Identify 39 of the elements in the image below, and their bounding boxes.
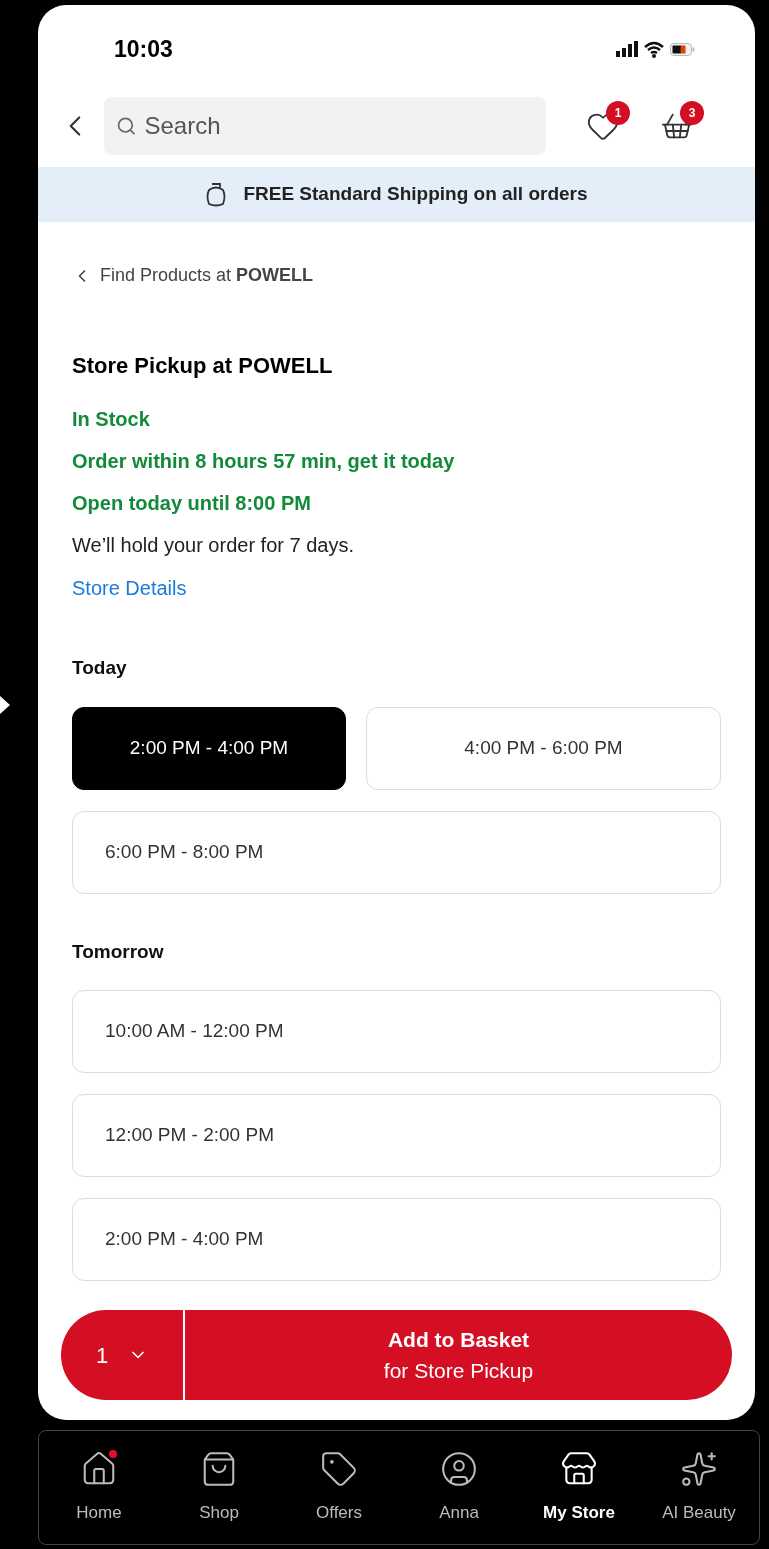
breadcrumb-link[interactable]: Find Products at POWELL bbox=[72, 262, 721, 289]
tab-item[interactable]: AI Beauty bbox=[639, 1449, 759, 1526]
tab-item[interactable]: Home bbox=[39, 1449, 159, 1526]
quantity-selector[interactable]: 1 bbox=[61, 1310, 185, 1400]
search-field[interactable]: Search bbox=[104, 97, 546, 155]
time-slot[interactable]: 2:00 PM - 4:00 PM bbox=[72, 706, 346, 790]
day-heading: Today bbox=[72, 656, 128, 680]
stock-status: Open today until 8:00 PM bbox=[72, 491, 312, 516]
signal-icon bbox=[616, 41, 638, 57]
pointer-icon bbox=[0, 696, 10, 714]
time-slot[interactable]: 2:00 PM - 4:00 PM bbox=[72, 1198, 721, 1281]
tag-icon bbox=[320, 1449, 358, 1488]
stock-status: Order within 8 hours 57 min, get it today bbox=[72, 449, 456, 474]
basket-badge: 3 bbox=[680, 101, 704, 125]
store-details-link[interactable]: Store Details bbox=[72, 566, 721, 610]
time-slot[interactable]: 4:00 PM - 6:00 PM bbox=[366, 706, 721, 790]
banner-text: FREE Standard Shipping on all orders bbox=[243, 182, 588, 207]
search-icon bbox=[116, 115, 137, 137]
search-input[interactable]: Search bbox=[144, 108, 534, 144]
time-slot[interactable]: 6:00 PM - 8:00 PM bbox=[72, 810, 721, 894]
bottle-icon bbox=[205, 181, 228, 208]
hold-note: We’ll hold your order for 7 days. bbox=[72, 533, 355, 558]
day-heading: Tomorrow bbox=[72, 939, 165, 964]
pickup-title: Store Pickup at POWELL bbox=[72, 352, 334, 380]
tab-item[interactable]: Shop bbox=[159, 1449, 279, 1526]
person-icon bbox=[440, 1449, 478, 1488]
sparkles-icon bbox=[680, 1449, 718, 1488]
status-time: 10:03 bbox=[114, 34, 173, 64]
tab-item[interactable]: Offers bbox=[279, 1449, 399, 1526]
time-slot[interactable]: 10:00 AM - 12:00 PM bbox=[72, 990, 721, 1073]
breadcrumb-text: Find Products at POWELL bbox=[100, 264, 314, 287]
tab-item[interactable]: Anna bbox=[399, 1449, 519, 1526]
tab-item[interactable]: My Store bbox=[519, 1449, 639, 1526]
battery-icon bbox=[670, 42, 695, 56]
stock-status: In Stock bbox=[72, 407, 151, 432]
wifi-icon bbox=[644, 40, 664, 58]
wishlist-badge: 1 bbox=[606, 101, 630, 125]
add-to-basket-button[interactable]: Add to Basket for Store Pickup bbox=[185, 1310, 732, 1400]
time-slot[interactable]: 12:00 PM - 2:00 PM bbox=[72, 1094, 721, 1177]
